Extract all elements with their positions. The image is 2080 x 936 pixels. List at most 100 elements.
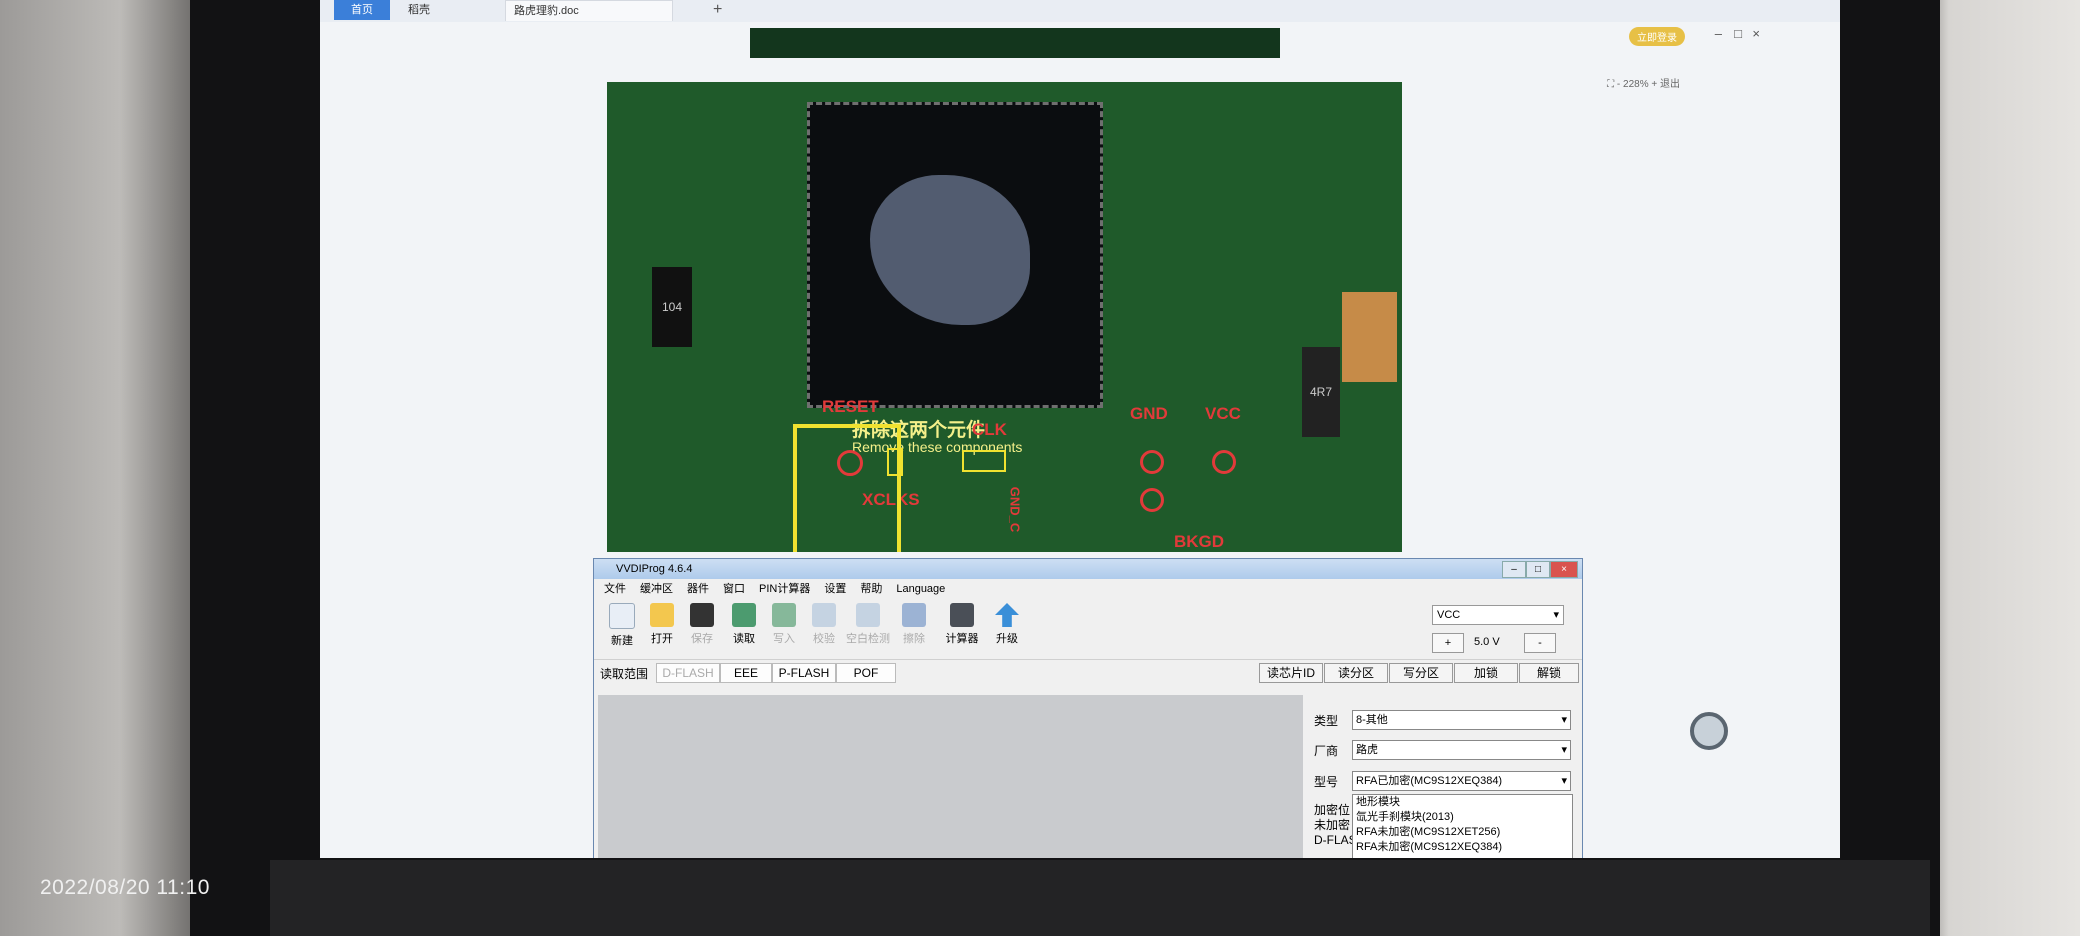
write-icon: [772, 603, 796, 627]
zoom-level: 228%: [1623, 79, 1649, 90]
browser-tab-bar: 首页 稻壳 路虎理豹.doc +: [320, 0, 1840, 22]
capacitor: [1342, 292, 1397, 382]
vcc-select[interactable]: VCC ▾: [1432, 605, 1564, 625]
type-select[interactable]: 8-其他 ▾: [1352, 710, 1571, 730]
read-chip-id-button[interactable]: 读芯片ID: [1259, 663, 1323, 683]
verify-button[interactable]: 校验: [804, 603, 844, 646]
dropdown-item[interactable]: RFA未加密(MC9S12XET256): [1356, 825, 1572, 840]
blank-check-icon: [856, 603, 880, 627]
erase-icon: [902, 603, 926, 627]
model-select[interactable]: RFA已加密(MC9S12XEQ384) ▾: [1352, 771, 1571, 791]
reset-pad: [837, 450, 863, 476]
save-icon: [690, 603, 714, 627]
app-minimize-button[interactable]: –: [1502, 561, 1526, 578]
app-toolbar: 新建 打开 保存 读取 写入 校验 空白检测 擦除 计算器 升级 VCC ▾ + …: [594, 599, 1582, 660]
calculator-button[interactable]: 计算器: [939, 603, 985, 646]
open-button[interactable]: 打开: [642, 603, 682, 646]
label-gnd-c: GND_C: [1007, 486, 1023, 533]
label-gnd: GND: [1130, 404, 1168, 423]
save-button[interactable]: 保存: [682, 603, 722, 646]
tab-p-flash[interactable]: P-FLASH: [772, 663, 836, 683]
bkgd-pad: [1140, 488, 1164, 512]
exit-button[interactable]: 退出: [1660, 79, 1680, 90]
tab-eee[interactable]: EEE: [720, 663, 772, 683]
tab-home[interactable]: 首页: [334, 0, 390, 20]
dropdown-item[interactable]: 地形模块: [1356, 795, 1572, 810]
chip-damage: [870, 175, 1030, 325]
wall-left: [0, 0, 200, 936]
component-2: [962, 450, 1006, 472]
voltage-minus-button[interactable]: -: [1524, 633, 1556, 653]
vendor-select[interactable]: 路虎 ▾: [1352, 740, 1571, 760]
menu-device[interactable]: 器件: [687, 579, 709, 599]
d-flash-label: D-FLAS: [1314, 833, 1357, 847]
vcc-pad: [1212, 450, 1236, 474]
read-icon: [732, 603, 756, 627]
label-vcc: VCC: [1205, 404, 1241, 423]
pcb-photo: 104 4R7 拆除这两个元件 Remove these components …: [607, 82, 1402, 552]
menu-file[interactable]: 文件: [604, 579, 626, 599]
resistor-4r7: 4R7: [1302, 347, 1340, 437]
tab-d-flash[interactable]: D-FLASH: [656, 663, 720, 683]
monitor-screen: 首页 稻壳 路虎理豹.doc + 立即登录 – □ × ⛶ - 228% + 退…: [320, 0, 1840, 858]
model-dropdown-list: 地形模块 氙光手刹模块(2013) RFA未加密(MC9S12XET256) R…: [1352, 794, 1573, 858]
close-icon[interactable]: ×: [1752, 26, 1760, 41]
fit-icon[interactable]: ⛶: [1607, 79, 1614, 90]
label-reset: RESET: [822, 397, 879, 416]
dropdown-item[interactable]: RFA未加密(MC9S12XEQ384): [1356, 840, 1572, 855]
unlock-button[interactable]: 解锁: [1519, 663, 1579, 683]
tab-document[interactable]: 路虎理豹.doc: [505, 0, 673, 21]
resistor-104: 104: [652, 267, 692, 347]
app-title: VVDIProg 4.6.4: [616, 563, 693, 575]
zoom-out-button[interactable]: -: [1617, 79, 1620, 90]
blank-check-button[interactable]: 空白检测: [844, 603, 892, 646]
app-maximize-button[interactable]: □: [1526, 561, 1550, 578]
write-button[interactable]: 写入: [764, 603, 804, 646]
voltage-value: 5.0 V: [1474, 636, 1500, 648]
dropdown-item[interactable]: 氙光手刹模块(2013): [1356, 810, 1572, 825]
menu-pin-calc[interactable]: PIN计算器: [759, 579, 810, 599]
tab-pof[interactable]: POF: [836, 663, 896, 683]
mcu-chip: [807, 102, 1103, 408]
voltage-plus-button[interactable]: +: [1432, 633, 1464, 653]
tab-docer[interactable]: 稻壳: [400, 0, 438, 20]
write-partition-button[interactable]: 写分区: [1389, 663, 1453, 683]
maximize-icon[interactable]: □: [1734, 26, 1742, 41]
chevron-down-icon: ▾: [1561, 714, 1567, 726]
vvdiprog-window: VVDIProg 4.6.4 – □ × 文件 缓冲区 器件 窗口 PIN计算器…: [593, 558, 1583, 858]
reset-frame: [793, 424, 901, 552]
label-clk: CLK: [972, 420, 1007, 439]
lock-button[interactable]: 加锁: [1454, 663, 1518, 683]
read-partition-button[interactable]: 读分区: [1324, 663, 1388, 683]
menu-buffer[interactable]: 缓冲区: [640, 579, 673, 599]
new-tab-button[interactable]: +: [705, 0, 730, 20]
minimize-icon[interactable]: –: [1715, 26, 1722, 41]
new-icon: [609, 603, 635, 629]
arrow-up-icon: [995, 603, 1019, 627]
app-menubar: 文件 缓冲区 器件 窗口 PIN计算器 设置 帮助 Language: [594, 579, 1582, 599]
menu-language[interactable]: Language: [896, 579, 945, 599]
erase-button[interactable]: 擦除: [894, 603, 934, 646]
menu-window[interactable]: 窗口: [723, 579, 745, 599]
menu-help[interactable]: 帮助: [860, 579, 882, 599]
lock-bit-label: 加密位: [1314, 803, 1351, 817]
gnd-pad: [1140, 450, 1164, 474]
read-button[interactable]: 读取: [724, 603, 764, 646]
menu-settings[interactable]: 设置: [824, 579, 846, 599]
label-bkgd: BKGD: [1174, 532, 1225, 551]
monitor-bezel-bottom: [270, 860, 1930, 936]
login-button[interactable]: 立即登录: [1629, 27, 1685, 46]
floating-record-button[interactable]: [1690, 712, 1728, 750]
new-button[interactable]: 新建: [602, 603, 642, 648]
upgrade-button[interactable]: 升级: [987, 603, 1027, 646]
lock-info: 加密位 未加密 D-FLAS: [1314, 803, 1357, 848]
app-close-button[interactable]: ×: [1550, 561, 1578, 578]
vendor-label: 厂商: [1314, 744, 1339, 758]
zoom-in-button[interactable]: +: [1651, 79, 1657, 90]
app-titlebar: VVDIProg 4.6.4 – □ ×: [594, 559, 1582, 579]
range-bar: 读取范围 D-FLASH EEE P-FLASH POF 读芯片ID 读分区 写…: [594, 660, 1582, 684]
range-label: 读取范围: [600, 667, 649, 681]
chevron-down-icon: ▾: [1553, 609, 1559, 621]
model-label: 型号: [1314, 775, 1339, 789]
hex-view[interactable]: [598, 695, 1303, 858]
